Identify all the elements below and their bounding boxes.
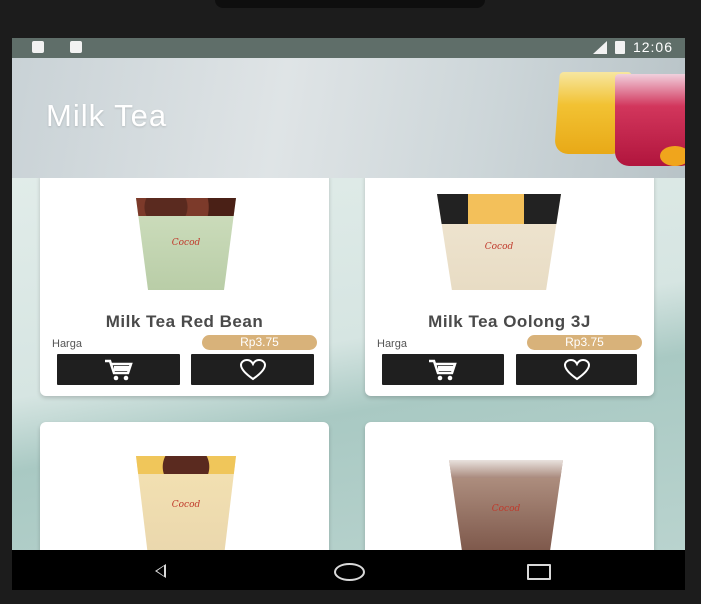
home-icon[interactable]: [334, 563, 365, 581]
phone-device: 12:06 Milk Tea Cocod Milk Tea Red Bean H…: [0, 0, 701, 604]
battery-icon: [614, 40, 625, 54]
android-debug-icon: [70, 41, 82, 53]
status-bar: 12:06: [12, 38, 685, 58]
add-to-cart-button[interactable]: [382, 354, 504, 385]
category-header: Milk Tea: [12, 58, 685, 178]
notification-icon: [32, 41, 44, 53]
navigation-bar: [12, 550, 685, 590]
favorite-button[interactable]: [516, 354, 637, 385]
signal-icon: [592, 40, 607, 54]
price-label: Harga: [377, 338, 407, 350]
screen: 12:06 Milk Tea Cocod Milk Tea Red Bean H…: [12, 38, 685, 590]
product-card[interactable]: Cocod: [40, 422, 329, 550]
product-card[interactable]: Cocod Milk Tea Oolong 3J Harga Rp3.75: [365, 178, 654, 396]
product-image: Cocod: [136, 198, 236, 290]
price-badge: Rp3.75: [527, 335, 642, 350]
add-to-cart-button[interactable]: [57, 354, 180, 385]
price-label: Harga: [52, 338, 82, 350]
product-name: Milk Tea Red Bean: [105, 312, 264, 331]
cart-icon: [429, 359, 457, 380]
product-grid: Cocod Milk Tea Red Bean Harga Rp3.75 Coc…: [12, 178, 685, 550]
recent-apps-icon[interactable]: [527, 564, 551, 580]
cart-icon: [104, 359, 133, 380]
product-card[interactable]: Cocod: [365, 422, 654, 550]
header-fruit-slice: [660, 146, 685, 166]
product-image: Cocod: [437, 194, 561, 290]
favorite-button[interactable]: [191, 354, 314, 385]
speaker-grille: [215, 0, 485, 8]
product-image: Cocod: [136, 456, 236, 550]
product-card[interactable]: Cocod Milk Tea Red Bean Harga Rp3.75: [40, 178, 329, 396]
back-icon[interactable]: [155, 564, 166, 578]
heart-icon: [239, 358, 266, 380]
product-name: Milk Tea Oolong 3J: [428, 312, 591, 331]
heart-icon: [563, 358, 590, 380]
status-time: 12:06: [632, 39, 673, 55]
price-badge: Rp3.75: [202, 335, 317, 350]
product-image: Cocod: [449, 460, 563, 550]
page-title: Milk Tea: [46, 98, 168, 133]
